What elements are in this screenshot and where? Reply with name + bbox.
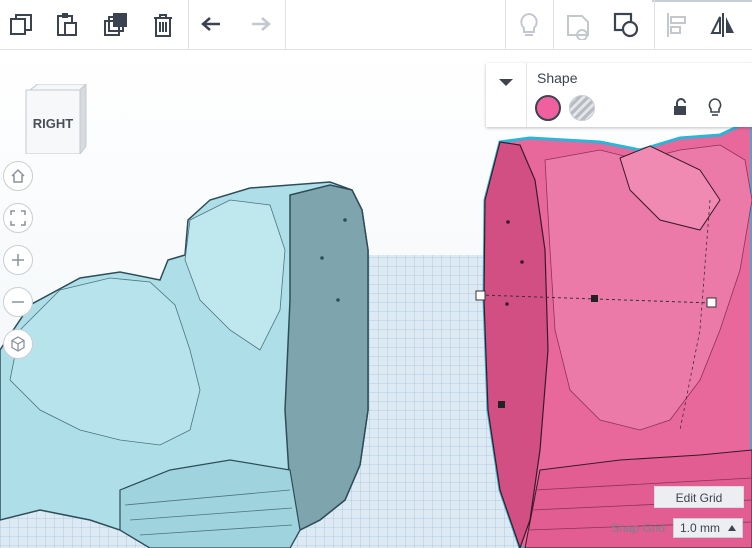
lightbulb-icon[interactable]	[705, 97, 725, 117]
view-cube[interactable]: RIGHT	[24, 82, 88, 156]
align-button[interactable]	[660, 8, 694, 42]
delete-icon	[154, 14, 172, 37]
snap-grid-label: Snap Grid	[611, 521, 666, 535]
toolbar-separator	[505, 0, 506, 50]
hide-button[interactable]	[561, 8, 595, 42]
home-view-button[interactable]	[3, 161, 33, 191]
hide-icon	[567, 15, 589, 40]
shape-inspector-panel: Shape	[486, 63, 752, 127]
right-shape-selected[interactable]	[475, 118, 752, 548]
zoom-out-button[interactable]	[3, 287, 33, 317]
fit-view-icon	[10, 210, 26, 226]
mirror-button[interactable]	[706, 8, 740, 42]
copy-button[interactable]	[4, 8, 38, 42]
show-all-icon	[520, 12, 538, 36]
redo-button[interactable]	[242, 8, 276, 42]
group-button[interactable]	[609, 8, 643, 42]
duplicate-button[interactable]	[98, 8, 132, 42]
unlock-icon[interactable]	[671, 97, 691, 117]
inspector-divider	[526, 63, 527, 127]
view-cube-face-label: RIGHT	[32, 116, 74, 131]
delete-button[interactable]	[146, 8, 180, 42]
snap-grid-value: 1.0 mm	[680, 521, 721, 535]
zoom-in-button[interactable]	[3, 245, 33, 275]
home-view-icon	[11, 168, 25, 183]
projection-icon	[11, 336, 25, 352]
snap-grid-select[interactable]: 1.0 mm	[673, 518, 743, 538]
mirror-icon	[710, 13, 734, 37]
zoom-out-icon	[12, 301, 24, 303]
align-icon	[667, 13, 686, 37]
inspector-title: Shape	[537, 70, 578, 86]
fit-view-button[interactable]	[3, 203, 33, 233]
duplicate-icon	[104, 13, 127, 36]
caret-up-icon	[728, 525, 736, 531]
toolbar-separator	[285, 0, 286, 50]
paste-button[interactable]	[50, 8, 84, 42]
edit-grid-button[interactable]: Edit Grid	[654, 486, 744, 508]
zoom-in-icon	[12, 254, 24, 266]
toolbar-separator	[654, 0, 655, 50]
copy-icon	[10, 14, 32, 35]
projection-button[interactable]	[3, 329, 33, 359]
solid-color-swatch[interactable]	[535, 95, 561, 121]
redo-icon	[252, 17, 271, 31]
undo-icon	[201, 17, 220, 31]
toolbar-separator	[553, 0, 554, 50]
undo-button[interactable]	[196, 8, 230, 42]
main-toolbar	[0, 0, 752, 50]
toolbar-separator	[188, 0, 189, 50]
paste-icon	[57, 13, 77, 36]
group-icon	[613, 12, 639, 38]
toolbar-top-accent	[652, 0, 752, 2]
caret-down-icon	[499, 79, 513, 86]
show-all-button[interactable]	[512, 8, 546, 42]
collapse-inspector-button[interactable]	[486, 63, 526, 127]
hole-pattern-icon[interactable]	[569, 95, 595, 121]
